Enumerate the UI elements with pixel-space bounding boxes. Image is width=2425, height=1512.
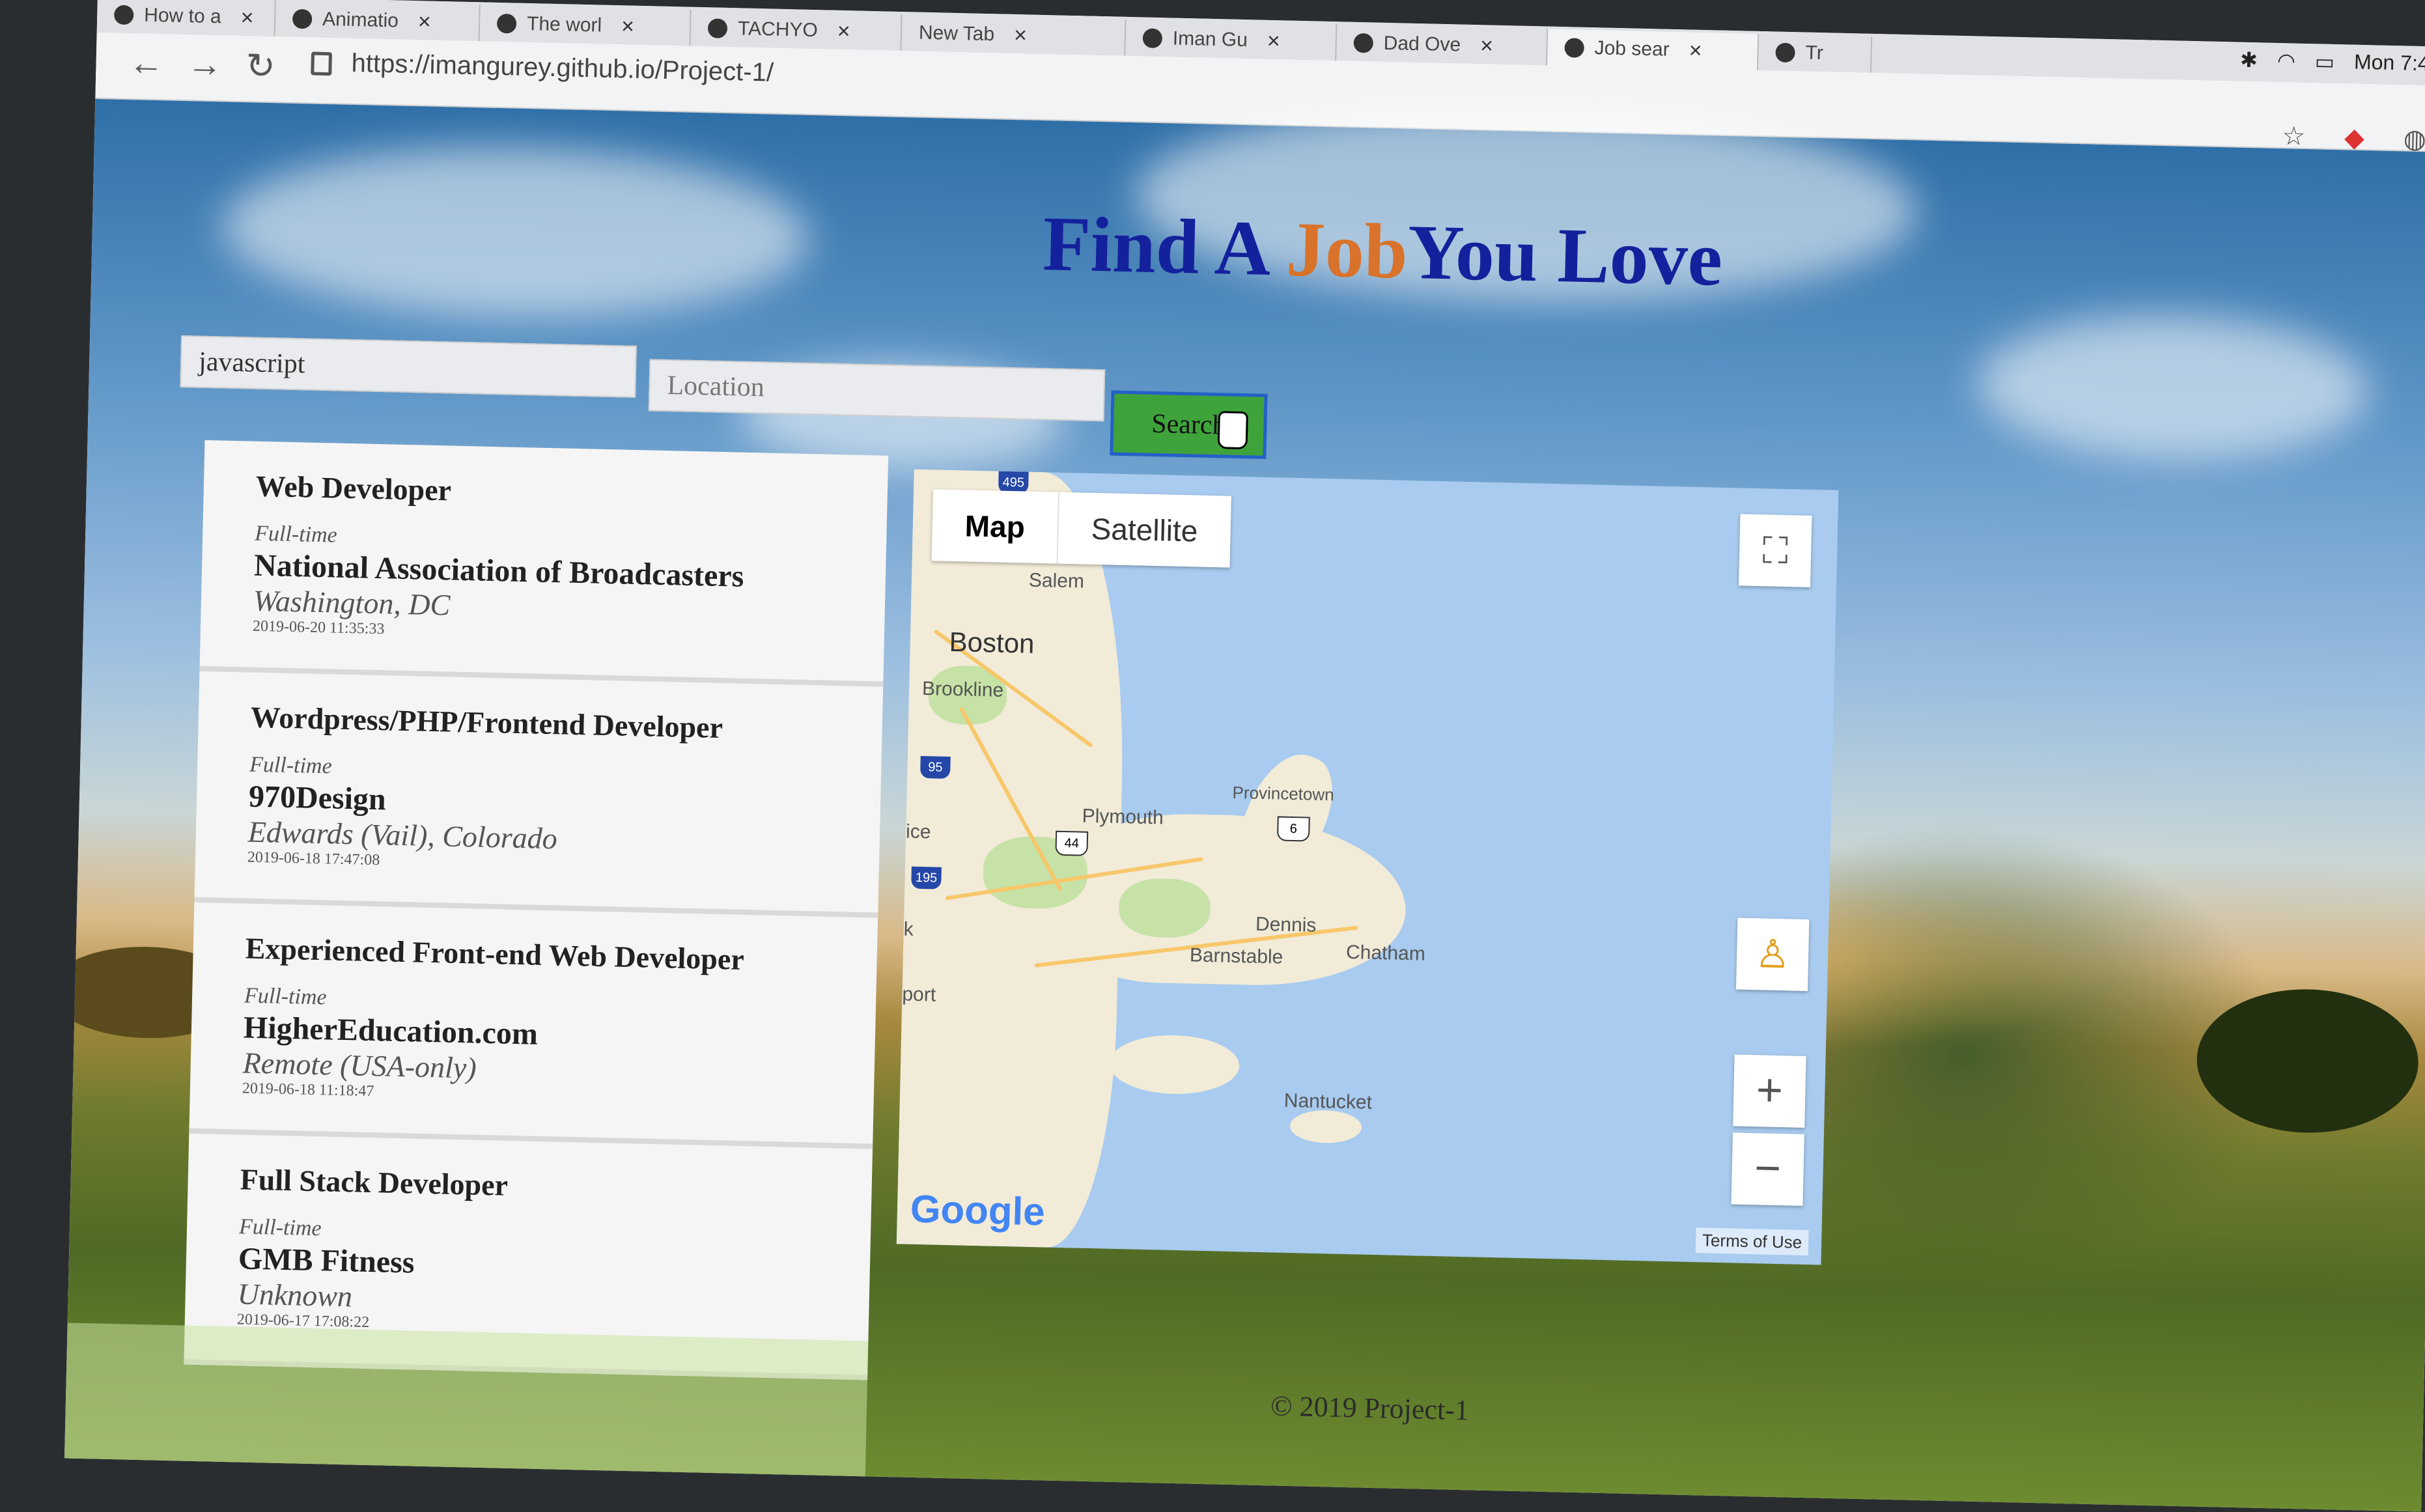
map-label: Dennis [1255,913,1317,936]
reload-icon[interactable]: ↻ [245,45,276,87]
terms-link[interactable]: Terms of Use [1695,1227,1809,1256]
highway-shield: 6 [1276,816,1310,842]
close-icon[interactable]: × [1014,22,1028,48]
zoom-in-button[interactable]: + [1733,1054,1806,1128]
highway-shield: 195 [911,866,942,889]
fullscreen-icon[interactable]: ⛶ [1739,514,1812,587]
close-icon[interactable]: × [621,14,635,39]
browser-tab[interactable]: Animatio × [275,0,481,42]
job-title: Wordpress/PHP/Frontend Developer [250,700,723,745]
globe-icon [707,18,728,38]
star-icon[interactable]: ☆ [2282,121,2306,152]
map-label: k [903,918,914,940]
extension-icon[interactable]: ◍ [2403,124,2425,154]
job-card[interactable]: Web Developer Full-time National Associa… [199,440,889,687]
browser-tab[interactable]: How to a × [96,0,276,37]
forward-icon[interactable]: → [187,44,223,85]
browser-tab[interactable]: Tr [1758,33,1873,73]
job-card[interactable]: Wordpress/PHP/Frontend Developer Full-ti… [194,671,884,918]
address-bar[interactable]: https://imangurey.github.io/Project-1/ [311,48,774,87]
extension-icon[interactable]: ◆ [2344,122,2365,153]
page-footer: © 2019 Project-1 [1270,1390,1470,1427]
battery-icon: ▭ [2314,49,2335,74]
browser-tab[interactable]: TACHYO × [690,9,903,51]
wifi-icon: ◠ [2277,48,2296,73]
site-icon [1353,33,1374,53]
monitor-screen: How to a × Animatio × The worl × TACHYO × Ne… [64,0,2425,1512]
map-type-satellite-button[interactable]: Satellite [1058,492,1231,568]
close-icon[interactable]: × [240,5,254,30]
map-label: Salem [1028,569,1085,593]
keyword-input[interactable]: javascript [180,335,637,398]
map-label: Chatham [1345,941,1426,965]
browser-tab[interactable]: Dad Ove × [1336,24,1549,66]
system-status-bar: ✱ ◠ ▭ Mon 7:47 [2240,48,2425,77]
job-title: Web Developer [255,469,452,507]
footer-tint [64,1323,869,1498]
google-icon [113,5,134,25]
map-label: ice [905,820,931,843]
bluetooth-icon: ✱ [2239,48,2258,72]
highway-shield: 44 [1055,830,1089,856]
map-label-city: Boston [949,626,1035,659]
job-card[interactable]: Experienced Front-end Web Developer Full… [189,902,878,1149]
browser-tab-active[interactable]: Job sear × [1547,29,1759,70]
google-logo: Google [910,1186,1046,1234]
job-title: Full Stack Developer [240,1162,509,1202]
job-title: Experienced Front-end Web Developer [245,931,745,976]
map-label: Provincetown [1232,782,1334,805]
map-label: Plymouth [1082,805,1164,829]
zoom-out-button[interactable]: − [1731,1132,1804,1206]
back-icon[interactable]: ← [128,42,164,83]
map-label: port [902,983,936,1006]
globe-icon [1775,42,1795,63]
job-list: Web Developer Full-time National Associa… [184,440,889,1380]
browser-tab[interactable]: New Tab × [901,14,1127,56]
map-label: Nantucket [1283,1089,1373,1113]
page-background: Find A JobYou Love javascript Location S… [64,96,2425,1512]
location-input[interactable]: Location [648,359,1106,422]
clock: Mon 7:47 [2353,49,2425,76]
map-label: Brookline [921,678,1004,701]
close-icon[interactable]: × [1480,33,1494,59]
close-icon[interactable]: × [837,18,850,44]
pegman-icon[interactable]: ♙ [1735,917,1810,991]
globe-icon [1564,38,1585,58]
github-icon [496,13,517,34]
google-map[interactable]: Salem Boston Brookline Plymouth Province… [896,469,1839,1265]
map-label: Barnstable [1189,944,1283,968]
browser-tab[interactable]: The worl × [479,5,692,46]
lock-icon [311,51,333,76]
hand-cursor-icon [1217,411,1248,450]
globe-icon [1142,28,1163,49]
browser-tab[interactable]: Iman Gu × [1125,19,1338,61]
map-type-control: Map Satellite [931,489,1231,568]
map-type-map-button[interactable]: Map [931,489,1060,564]
close-icon[interactable]: × [1689,38,1702,63]
close-icon[interactable]: × [417,9,431,35]
page-title: Find A JobYou Love [1042,200,1724,302]
highway-shield: 95 [919,755,951,779]
close-icon[interactable]: × [1267,28,1280,53]
site-icon [292,8,313,29]
